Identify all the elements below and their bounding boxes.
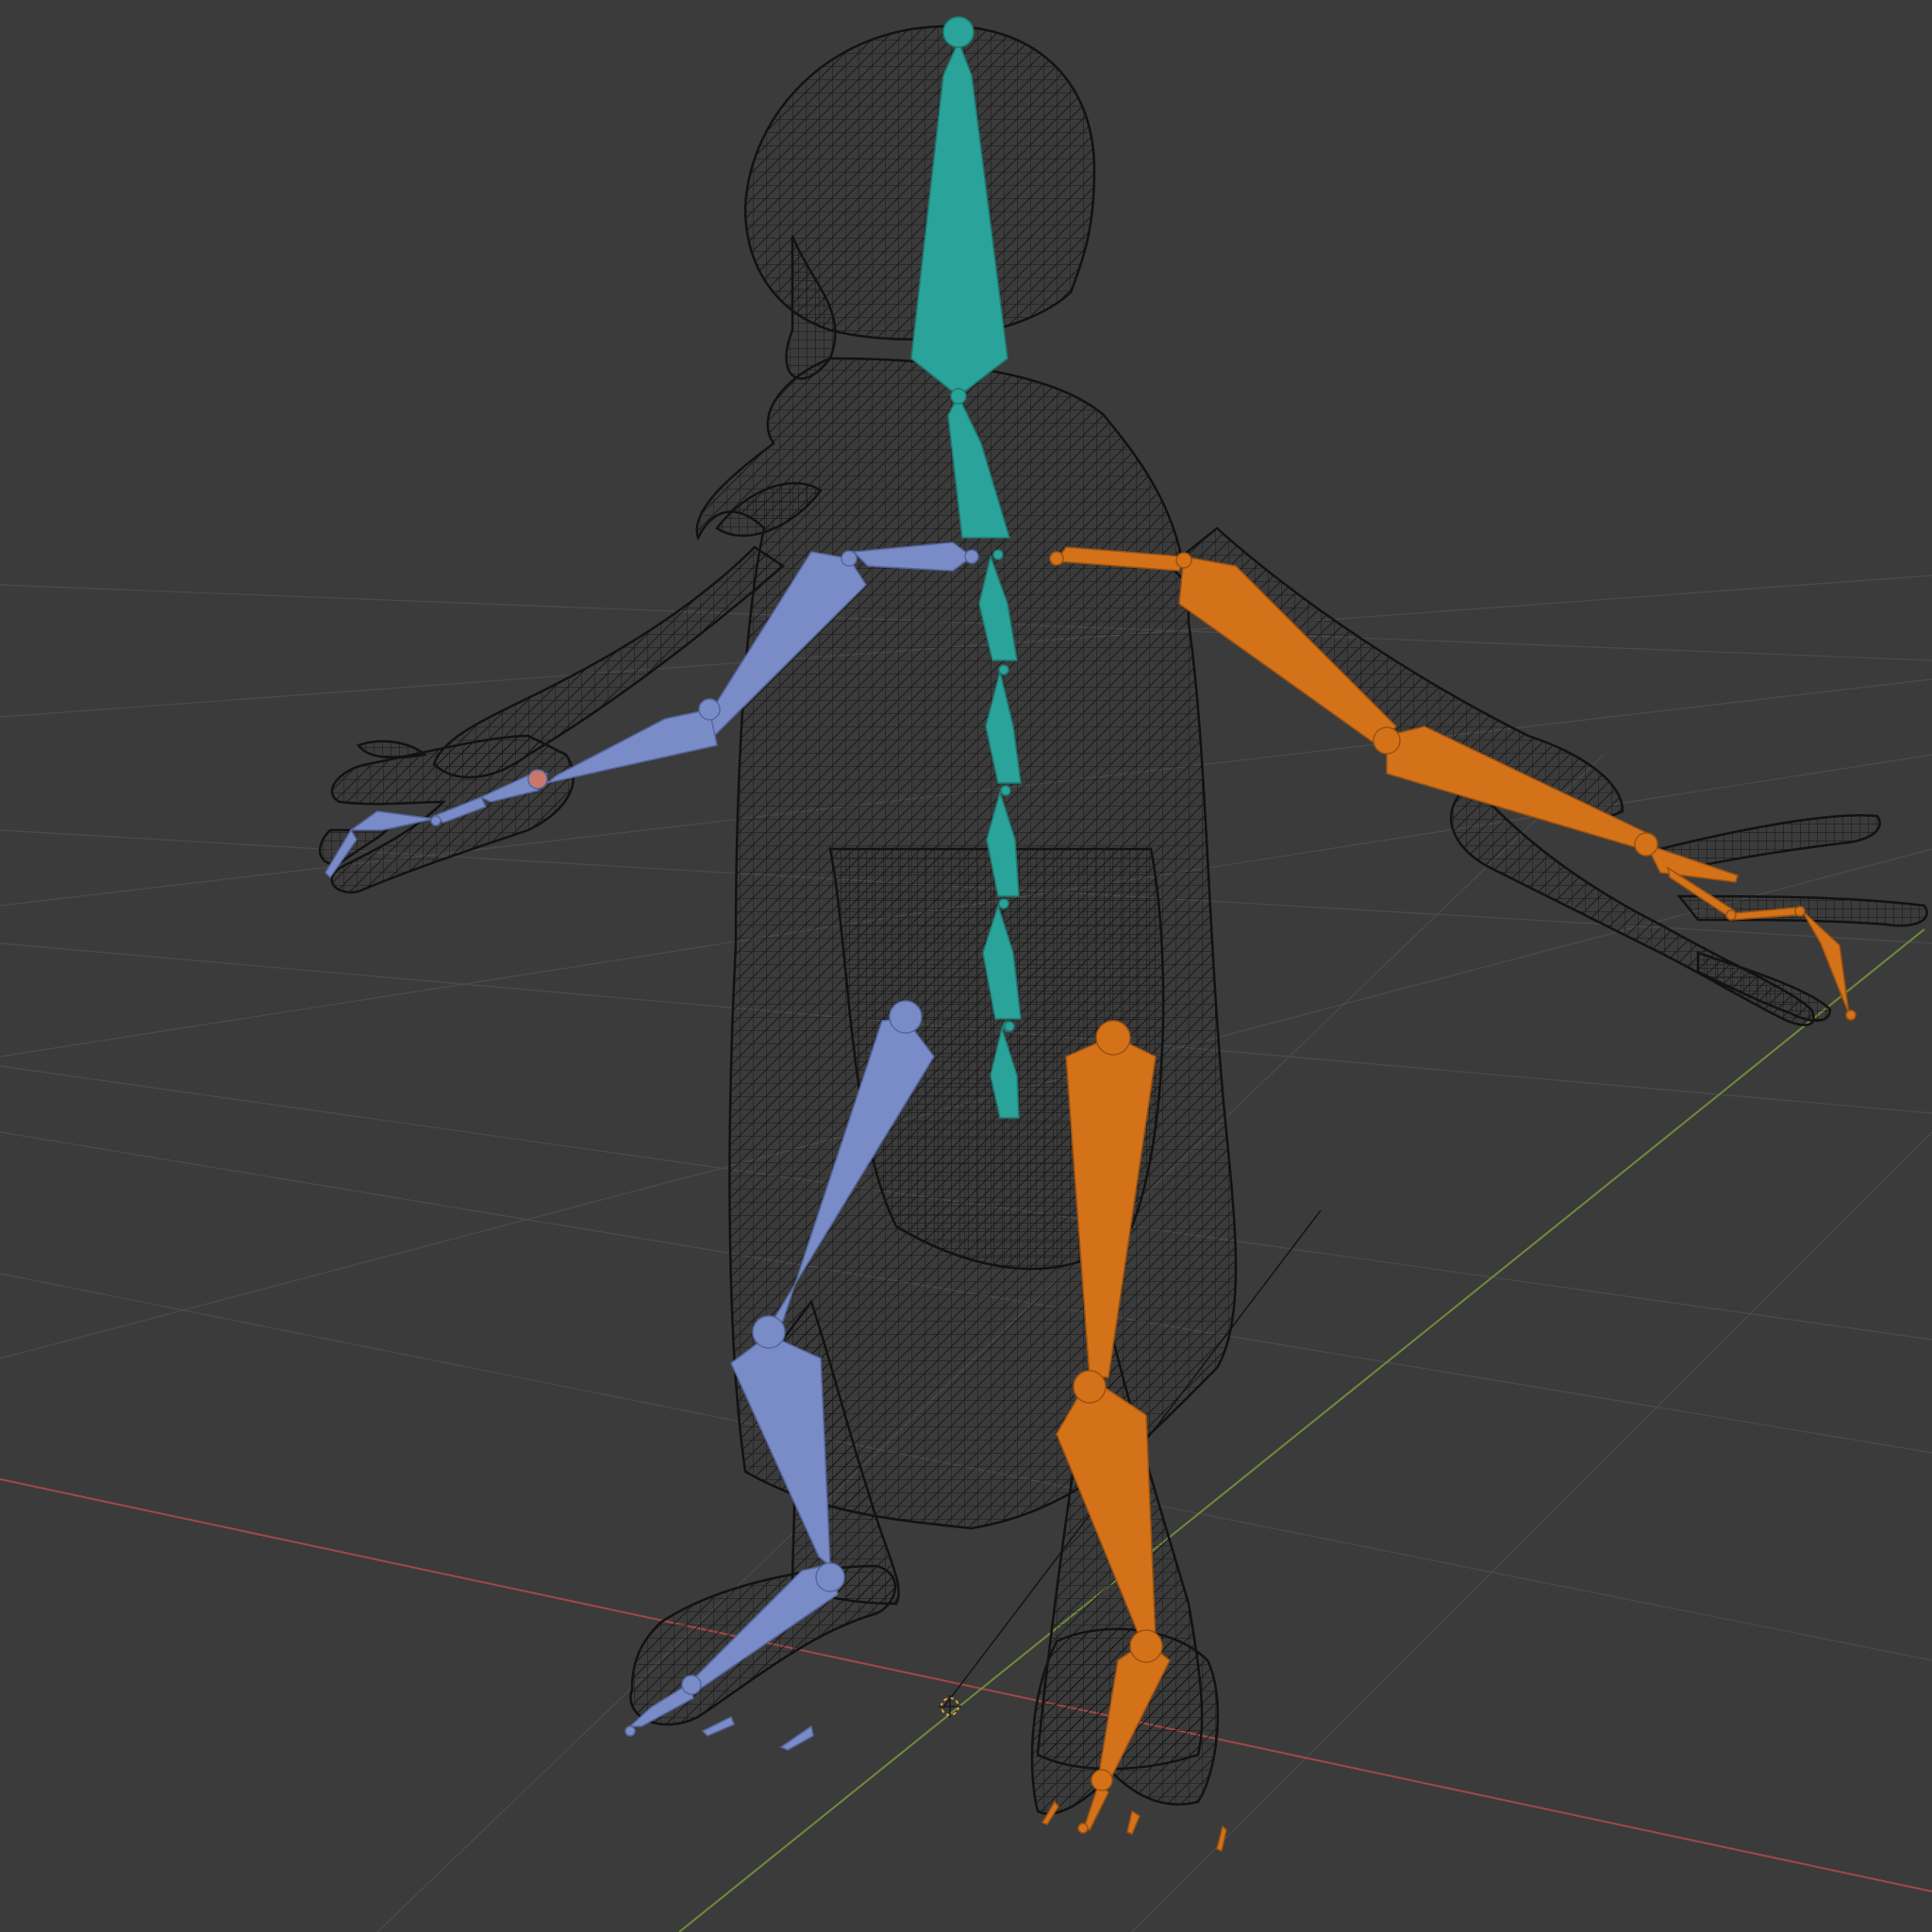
x-axis-line xyxy=(0,1478,1932,1892)
bone-right-toe-c[interactable] xyxy=(1126,1809,1141,1835)
3d-viewport[interactable] xyxy=(0,0,1932,1932)
joint-right-ball[interactable] xyxy=(1091,1769,1113,1791)
joint-spine-3[interactable] xyxy=(1000,785,1011,796)
joint-spine-tip[interactable] xyxy=(1004,1021,1015,1032)
joint-left-toe-tip[interactable] xyxy=(625,1725,636,1737)
joint-right-toe-tip[interactable] xyxy=(1077,1823,1089,1834)
joint-right-finger-1[interactable] xyxy=(1725,909,1737,921)
joint-left-hip[interactable] xyxy=(889,1000,923,1034)
joint-spine-1[interactable] xyxy=(992,549,1004,560)
mesh-right-finger-3 xyxy=(1696,951,1832,1023)
joint-left-shoulder[interactable] xyxy=(964,549,979,564)
3d-cursor-icon[interactable] xyxy=(939,1695,961,1718)
joint-right-knee[interactable] xyxy=(1073,1370,1107,1404)
joint-spine-4[interactable] xyxy=(998,898,1009,909)
joint-right-shoulder[interactable] xyxy=(1175,552,1192,569)
joint-left-knee[interactable] xyxy=(752,1315,786,1349)
joint-left-ankle[interactable] xyxy=(815,1562,845,1592)
joint-left-elbow[interactable] xyxy=(698,698,721,721)
joint-right-wrist[interactable] xyxy=(1634,832,1658,857)
joint-left-clavicle[interactable] xyxy=(841,550,858,567)
joint-right-finger-tip[interactable] xyxy=(1845,1009,1857,1021)
joint-right-elbow[interactable] xyxy=(1373,726,1401,755)
joint-head-tip[interactable] xyxy=(942,16,974,48)
joint-right-clavicle[interactable] xyxy=(1049,551,1064,566)
joint-neck[interactable] xyxy=(950,388,967,405)
viewport-canvas[interactable] xyxy=(0,0,1932,1932)
joint-left-finger[interactable] xyxy=(430,815,441,826)
bone-right-toe-d[interactable] xyxy=(1216,1824,1227,1853)
joint-right-finger-2[interactable] xyxy=(1794,906,1806,917)
joint-left-ball[interactable] xyxy=(681,1674,702,1695)
joint-spine-2[interactable] xyxy=(998,664,1009,675)
bone-left-toe-c[interactable] xyxy=(779,1724,814,1751)
mesh-left-thumb xyxy=(357,740,427,759)
joint-right-hip[interactable] xyxy=(1095,1020,1131,1056)
bone-left-toe-b[interactable] xyxy=(701,1715,735,1737)
joint-right-ankle[interactable] xyxy=(1129,1629,1163,1663)
joint-left-wrist[interactable] xyxy=(527,769,548,790)
